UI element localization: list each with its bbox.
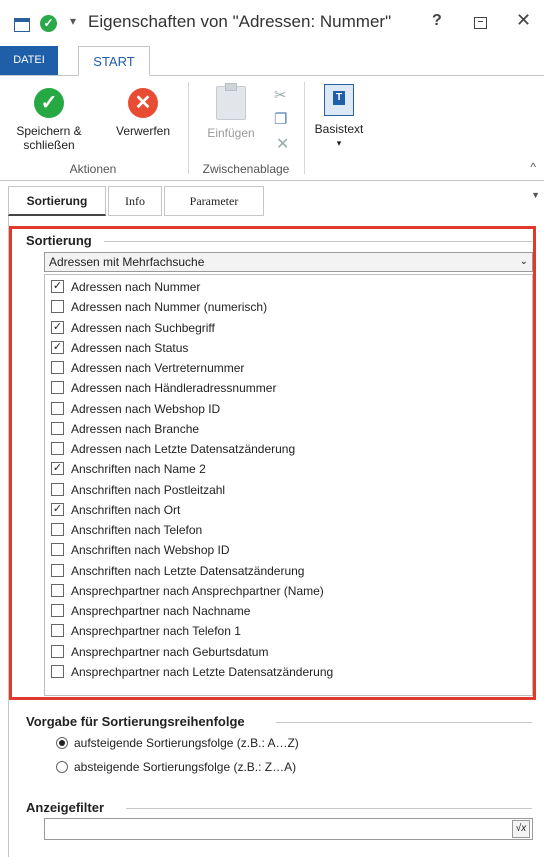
ribbon-divider <box>188 82 189 174</box>
clipboard-icon <box>216 83 246 120</box>
checkbox-unchecked[interactable] <box>51 563 64 577</box>
app-window-icon[interactable] <box>14 18 30 32</box>
sortierung-checklist[interactable]: ✓ Adressen nach Nummer Adressen nach Numme… <box>44 274 533 696</box>
basistext-dropdown-icon: ▾ <box>336 138 342 148</box>
checkbox-checked[interactable]: ✓ <box>51 280 64 293</box>
discard-x-icon: ✕ <box>128 88 158 118</box>
restore-window-icon[interactable] <box>474 17 487 29</box>
vorgabe-section-title: Vorgabe für Sortierungsreihenfolge <box>26 714 245 729</box>
save-close-button[interactable]: ✓ Speichern & schließen <box>14 88 84 152</box>
checkbox-checked[interactable]: ✓ <box>51 320 64 334</box>
collapse-ribbon-icon[interactable]: ^ <box>530 160 536 174</box>
save-close-label: Speichern & schließen <box>16 124 82 152</box>
list-item-label: Adressen nach Letzte Datensatzänderung <box>71 442 296 456</box>
ribbon-tabs: DATEI START <box>0 46 544 76</box>
radio-button[interactable] <box>56 737 68 749</box>
basistext-label: Basistext <box>314 122 364 136</box>
tab-sortierung[interactable]: Sortierung <box>8 186 106 216</box>
combobox-value: Adressen mit Mehrfachsuche <box>49 255 205 269</box>
tab-info[interactable]: Info <box>108 186 162 216</box>
formula-icon[interactable]: √x <box>512 820 530 838</box>
checkbox-unchecked[interactable] <box>51 361 64 374</box>
list-item-label: Anschriften nach Postleitzahl <box>71 482 226 497</box>
list-item-label: Anschriften nach Ort <box>71 502 181 517</box>
discard-button[interactable]: ✕ Verwerfen <box>106 88 180 138</box>
list-item-label: Anschriften nach Letzte Datensatzänderun… <box>71 563 305 578</box>
checkbox-unchecked[interactable] <box>51 583 64 597</box>
ribbon-divider <box>304 82 305 174</box>
list-item-label: Ansprechpartner nach Nachname <box>71 604 251 618</box>
basistext-button[interactable]: Basistext ▾ <box>308 84 370 150</box>
tabs-overflow-icon[interactable]: ▼ <box>531 190 540 200</box>
checkbox-checked[interactable]: ✓ <box>51 462 64 476</box>
group-label-aktionen: Aktionen <box>69 162 117 176</box>
close-button[interactable]: ✕ <box>516 10 531 31</box>
checkbox-unchecked[interactable] <box>51 381 64 395</box>
copy-icon[interactable]: ❐ <box>274 110 287 128</box>
checkbox-unchecked[interactable] <box>51 624 64 638</box>
chevron-down-icon[interactable]: ⌄ <box>520 253 528 271</box>
list-item-label: Adressen nach Vertreternummer <box>71 361 245 375</box>
checkbox-unchecked[interactable] <box>51 664 64 678</box>
delete-icon[interactable]: ✕ <box>276 134 289 154</box>
sortierung-combobox[interactable]: Adressen mit Mehrfachsuche ⌄ <box>44 252 533 272</box>
list-item-label: Anschriften nach Webshop ID <box>71 543 230 558</box>
checkbox-unchecked[interactable] <box>51 482 64 496</box>
list-item-label: Adressen nach Webshop ID <box>71 401 221 416</box>
radio-descending-label: absteigende Sortierungsfolge (z.B.: Z…A) <box>74 760 297 774</box>
list-item-label: Ansprechpartner nach Telefon 1 <box>71 624 241 639</box>
checkbox-unchecked[interactable] <box>51 543 64 557</box>
sortierung-section-title: Sortierung <box>26 233 92 248</box>
list-item-label: Adressen nach Suchbegriff <box>71 320 215 335</box>
checkbox-unchecked[interactable] <box>51 644 64 658</box>
list-item-label: Adressen nach Status <box>71 340 189 355</box>
checkbox-unchecked[interactable] <box>51 523 64 536</box>
radio-button[interactable] <box>56 761 68 773</box>
checkbox-unchecked[interactable] <box>51 442 64 455</box>
list-item-label: Anschriften nach Telefon <box>71 523 203 537</box>
list-item-label: Ansprechpartner nach Geburtsdatum <box>71 644 269 659</box>
paste-button[interactable]: Einfügen <box>196 83 266 140</box>
tab-datei[interactable]: DATEI <box>0 46 58 75</box>
window-title: Eigenschaften von "Adressen: Nummer" <box>88 12 392 31</box>
list-item-label: Anschriften nach Name 2 <box>71 462 206 477</box>
group-zwischenablage: Einfügen ✂ ❐ ✕ Zwischenablage <box>190 76 302 180</box>
list-item-label: Ansprechpartner nach Letzte Datensatzänd… <box>71 664 334 679</box>
ribbon: ✓ Speichern & schließen ✕ Verwerfen Akti… <box>0 76 544 181</box>
section-divider <box>276 722 532 723</box>
section-divider <box>126 808 532 809</box>
checkbox-checked[interactable]: ✓ <box>51 502 64 516</box>
group-aktionen: ✓ Speichern & schließen ✕ Verwerfen Akti… <box>0 76 186 180</box>
quick-save-check-icon[interactable]: ✓ <box>40 15 57 32</box>
list-item-label: Adressen nach Branche <box>71 421 200 436</box>
property-tabs: Sortierung Info Parameter ▼ <box>8 186 544 216</box>
list-item-label: Adressen nach Nummer <box>71 280 201 294</box>
discard-label: Verwerfen <box>115 124 171 138</box>
checkbox-unchecked[interactable] <box>51 421 64 435</box>
section-divider <box>104 241 532 242</box>
list-item-label: Ansprechpartner nach Ansprechpartner (Na… <box>71 583 324 598</box>
help-button[interactable]: ? <box>432 12 442 30</box>
quick-access-dropdown-icon[interactable]: ▾ <box>70 14 76 28</box>
tab-parameter[interactable]: Parameter <box>164 186 264 216</box>
anzeigefilter-input[interactable]: √x <box>44 818 533 840</box>
title-bar: ✓ ▾ Eigenschaften von "Adressen: Nummer"… <box>0 0 544 46</box>
tab-start[interactable]: START <box>78 46 150 76</box>
checkbox-unchecked[interactable] <box>51 300 64 314</box>
checkbox-checked[interactable]: ✓ <box>51 340 64 354</box>
checkbox-unchecked[interactable] <box>51 604 64 617</box>
check-icon: ✓ <box>34 88 64 118</box>
radio-ascending-label: aufsteigende Sortierungsfolge (z.B.: A…Z… <box>74 736 299 750</box>
text-format-icon <box>324 84 354 116</box>
list-item-label: Adressen nach Händleradressnummer <box>71 381 277 396</box>
anzeigefilter-section-title: Anzeigefilter <box>26 800 105 815</box>
group-basistext: Basistext ▾ <box>306 76 376 180</box>
list-item-label: Adressen nach Nummer (numerisch) <box>71 300 268 315</box>
paste-label: Einfügen <box>207 126 255 140</box>
cut-icon[interactable]: ✂ <box>274 86 287 104</box>
checkbox-unchecked[interactable] <box>51 401 64 415</box>
group-label-zwischenablage: Zwischenablage <box>202 162 290 176</box>
